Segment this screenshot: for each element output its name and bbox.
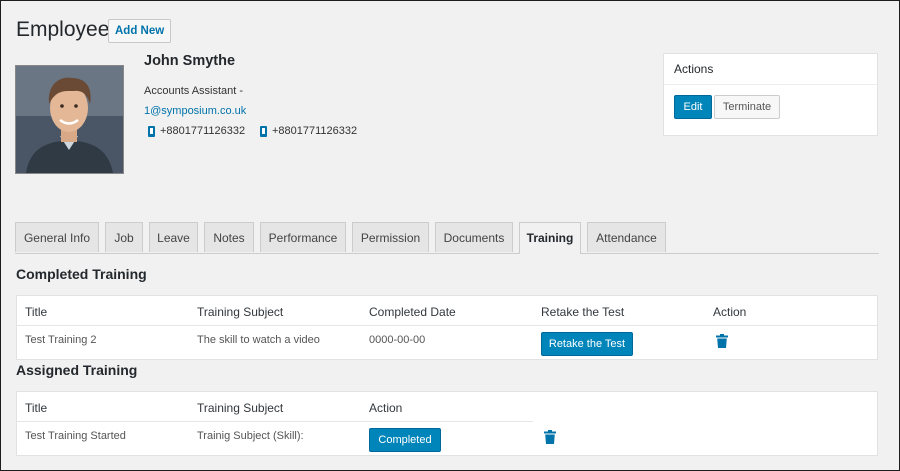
phone-work: +8801771126332 [260,125,357,137]
tab-bar: General Info Job Leave Notes Performance… [15,222,879,254]
phone-number: +8801771126332 [160,125,246,137]
column-header-title: Title [25,305,48,319]
column-header-subject: Training Subject [197,305,284,319]
employee-name: John Smythe [144,53,236,69]
employee-role: Accounts Assistant - [144,85,244,97]
assigned-training-table: Title Training Subject Action Test Train… [16,391,878,456]
add-new-button[interactable]: Add New [108,19,172,43]
column-header-action: Action [369,401,403,415]
tab-leave[interactable]: Leave [149,222,198,252]
tab-performance[interactable]: Performance [260,222,346,252]
completed-button[interactable]: Completed [369,428,441,452]
cell-title: Test Training Started [25,430,126,442]
tab-notes[interactable]: Notes [204,222,254,252]
trash-icon[interactable] [544,430,556,444]
mobile-phone-icon [260,125,267,137]
cell-subject: Trainig Subject (Skill): [197,430,304,442]
trash-icon[interactable] [716,334,728,348]
terminate-button[interactable]: Terminate [714,95,780,119]
employee-photo [16,66,123,173]
completed-training-heading: Completed Training [16,266,147,282]
cell-subject: The skill to watch a video [197,334,320,346]
row-divider [17,421,533,422]
assigned-training-heading: Assigned Training [16,362,138,378]
edit-button[interactable]: Edit [674,95,712,119]
tab-documents[interactable]: Documents [435,222,513,252]
tab-attendance[interactable]: Attendance [587,222,666,252]
tab-job[interactable]: Job [105,222,143,252]
cell-completed-date: 0000-00-00 [369,334,426,346]
tab-general-info[interactable]: General Info [15,222,99,252]
employee-email-link[interactable]: 1@symposium.co.uk [144,105,246,117]
retake-test-button[interactable]: Retake the Test [541,332,633,356]
tab-permission[interactable]: Permission [352,222,429,252]
phone-mobile: +8801771126332 [148,125,245,137]
column-header-subject: Training Subject [197,401,284,415]
page-title: Employee [16,18,110,41]
phone-number: +8801771126332 [272,125,358,137]
actions-title: Actions [664,54,877,85]
column-header-title: Title [25,401,48,415]
actions-panel: Actions Edit Terminate [663,53,878,136]
tab-training[interactable]: Training [519,222,581,254]
column-header-action: Action [713,305,747,319]
cell-title: Test Training 2 [25,334,97,346]
row-divider [17,325,877,326]
mobile-phone-icon [148,125,155,137]
column-header-completed-date: Completed Date [369,305,456,319]
completed-training-table: Title Training Subject Completed Date Re… [16,295,878,360]
avatar [15,65,124,174]
column-header-retake: Retake the Test [541,305,625,319]
